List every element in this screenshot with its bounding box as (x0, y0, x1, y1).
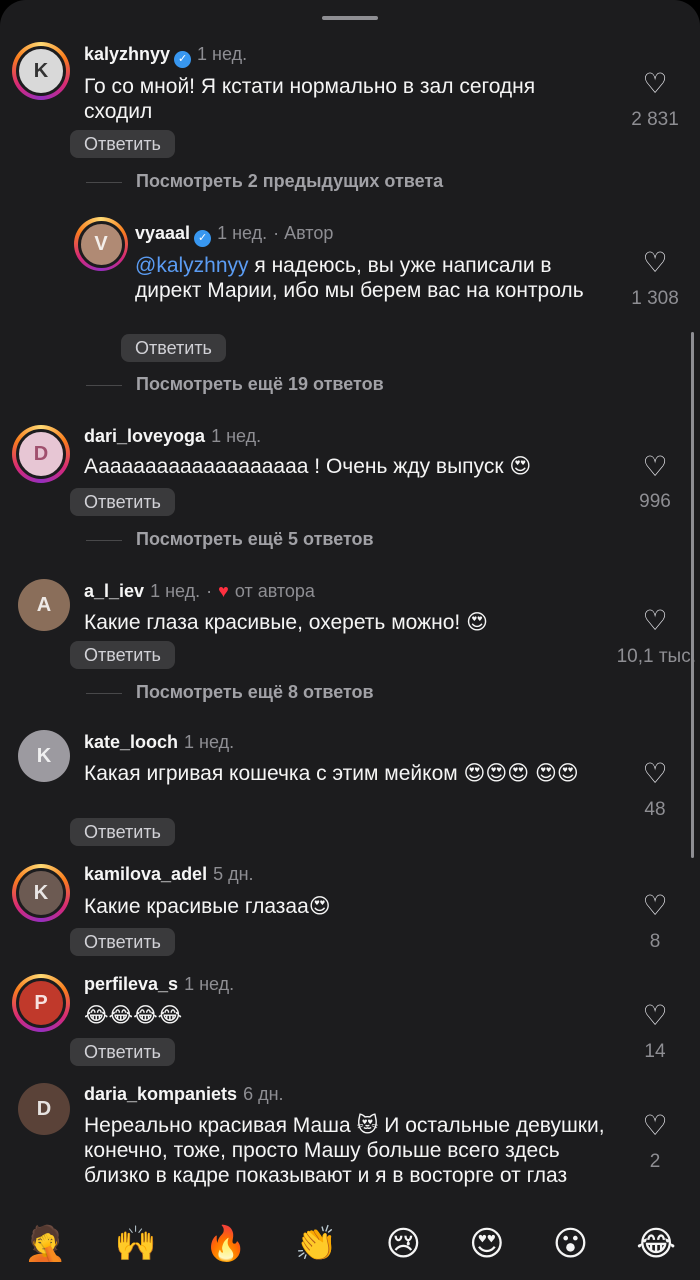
avatar[interactable]: K (15, 727, 73, 785)
avatar[interactable]: K (12, 42, 70, 100)
comment-time: 1 нед. (184, 974, 235, 994)
reply-button[interactable]: Ответить (121, 334, 226, 362)
comment-time: 6 дн. (243, 1084, 284, 1104)
comment-username[interactable]: perfileva_s (84, 974, 178, 994)
scrollbar[interactable] (691, 332, 694, 858)
comment-time: 1 нед. (197, 44, 248, 64)
reply-button[interactable]: Ответить (70, 818, 175, 846)
comment-text: Го со мной! Я кстати нормально в зал сег… (84, 75, 536, 123)
view-more-replies-label: Посмотреть ещё 5 ответов (136, 529, 374, 549)
reply-button[interactable]: Ответить (70, 928, 175, 956)
comments-sheet: K kalyzhnyy ✓ 1 нед. Го со мной! Я кстати … (0, 0, 700, 1280)
like-count: 1 308 (631, 288, 679, 309)
emoji-facepalm[interactable]: 🤦 (24, 1224, 66, 1264)
emoji-reaction-bar: 🤦 🙌 🔥 👏 😢 😍 😮 😂 (0, 1208, 700, 1280)
avatar-initial: P (34, 991, 48, 1014)
sheet-grabber[interactable] (322, 16, 378, 20)
comment-text: Нереально красивая Маша 😻 И остальные де… (84, 1114, 605, 1187)
comment-username[interactable]: kamilova_adel (84, 864, 207, 884)
heart-outline-icon[interactable]: ♡ (640, 1002, 670, 1030)
reply-button[interactable]: Ответить (70, 641, 175, 669)
like-count: 996 (639, 491, 671, 512)
like-count: 10,1 тыс. (616, 646, 696, 667)
avatar[interactable]: K (12, 864, 70, 922)
comment-username[interactable]: vyaaal (135, 223, 190, 243)
avatar-initial: A (36, 593, 52, 616)
view-more-replies-label: Посмотреть ещё 19 ответов (136, 374, 384, 394)
comment-text: @kalyzhnyy я надеюсь, вы уже написали в … (135, 253, 605, 303)
divider (86, 540, 122, 541)
avatar[interactable]: D (15, 1080, 73, 1138)
heart-outline-icon[interactable]: ♡ (640, 607, 670, 635)
comment-time: 5 дн. (213, 864, 254, 884)
like-count: 14 (644, 1041, 666, 1062)
avatar-initial: K (36, 744, 52, 767)
avatar-initial: V (94, 232, 108, 255)
reply-button[interactable]: Ответить (70, 130, 175, 158)
comment-username[interactable]: kalyzhnyy (84, 44, 170, 64)
heart-outline-icon[interactable]: ♡ (640, 249, 670, 277)
emoji-fire[interactable]: 🔥 (205, 1224, 247, 1264)
comment-text: 😂😂😂😂 (84, 1004, 183, 1027)
avatar[interactable]: P (12, 974, 70, 1032)
reply-button[interactable]: Ответить (70, 488, 175, 516)
verified-badge-icon: ✓ (174, 51, 192, 68)
comment-username[interactable]: dari_loveyoga (84, 426, 205, 446)
mention-link[interactable]: @kalyzhnyy (135, 254, 249, 277)
comment-username[interactable]: daria_kompaniets (84, 1084, 237, 1104)
divider (86, 385, 122, 386)
view-more-replies-label: Посмотреть 2 предыдущих ответа (136, 171, 444, 191)
divider (86, 693, 122, 694)
avatar-initial: K (33, 881, 49, 904)
comment-time: 1 нед. (184, 732, 235, 752)
avatar[interactable]: A (15, 576, 73, 634)
emoji-clapping[interactable]: 👏 (295, 1224, 337, 1264)
heart-outline-icon[interactable]: ♡ (640, 70, 670, 98)
emoji-heart-eyes[interactable]: 😍 (469, 1224, 504, 1264)
verified-badge-icon: ✓ (194, 230, 212, 247)
reply-button[interactable]: Ответить (70, 1038, 175, 1066)
avatar[interactable]: V (74, 217, 128, 271)
heart-outline-icon[interactable]: ♡ (640, 760, 670, 788)
heart-outline-icon[interactable]: ♡ (640, 453, 670, 481)
like-count: 48 (644, 799, 666, 820)
comment-username[interactable]: a_l_iev (84, 581, 144, 601)
heart-outline-icon[interactable]: ♡ (640, 1112, 670, 1140)
emoji-laughing[interactable]: 😂 (636, 1224, 676, 1264)
avatar-initial: D (36, 1097, 52, 1120)
comment-text: Ааааааааааааааааааа ! Очень жду выпуск 😍 (84, 455, 532, 478)
avatar-initial: D (33, 442, 49, 465)
author-like-label: от автора (234, 581, 315, 601)
emoji-crying[interactable]: 😢 (386, 1224, 421, 1264)
red-heart-icon: ♥ (218, 581, 229, 601)
like-count: 2 (649, 1151, 661, 1172)
author-tag: · Автор (273, 223, 334, 243)
view-more-replies-label: Посмотреть ещё 8 ответов (136, 682, 374, 702)
like-count: 8 (649, 931, 661, 952)
comment-username[interactable]: kate_looch (84, 732, 178, 752)
comment-time: 1 нед. (217, 223, 268, 243)
comment-text: Какая игривая кошечка с этим мейком 😍😍😍 … (84, 762, 579, 785)
comment-time: 1 нед. (211, 426, 262, 446)
emoji-surprised[interactable]: 😮 (553, 1224, 588, 1264)
comment-text: Какие глаза красивые, охереть можно! 😍 (84, 611, 488, 634)
avatar[interactable]: D (12, 425, 70, 483)
divider (86, 182, 122, 183)
comment-text: Какие красивые глазаа😍 (84, 895, 331, 918)
avatar-initial: K (33, 59, 49, 82)
emoji-raised-hands[interactable]: 🙌 (114, 1224, 156, 1264)
heart-outline-icon[interactable]: ♡ (640, 892, 670, 920)
like-count: 2 831 (631, 109, 679, 130)
comment-time: 1 нед. (150, 581, 201, 601)
